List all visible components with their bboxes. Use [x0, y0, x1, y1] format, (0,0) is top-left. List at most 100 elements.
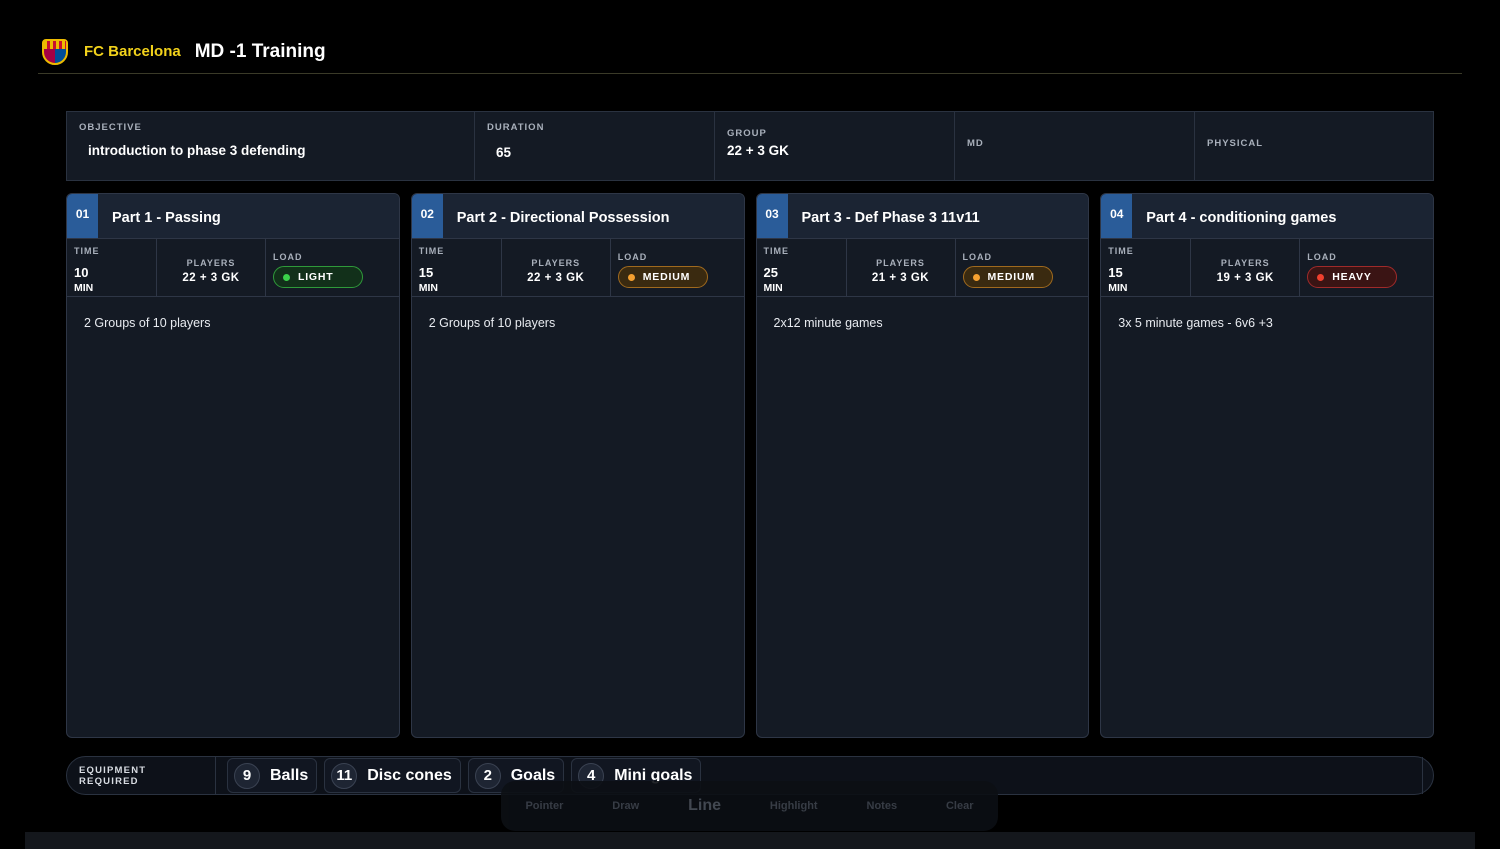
part-description[interactable]: 2 Groups of 10 players — [67, 297, 399, 349]
load-badge[interactable]: MEDIUM — [962, 266, 1053, 288]
players-value: 21 + 3 GK — [871, 272, 930, 284]
part-header: 04 Part 4 - conditioning games — [1101, 194, 1433, 239]
time-label: TIME — [763, 246, 789, 256]
time-label: TIME — [1108, 246, 1134, 256]
part-stats: TIME 10 MIN PLAYERS 22 + 3 GK LOAD LIGHT — [67, 239, 399, 297]
duration-cell[interactable]: DURATION 65 — [475, 112, 715, 180]
time-unit: MIN — [418, 282, 438, 294]
part-description[interactable]: 2 Groups of 10 players — [412, 297, 744, 349]
time-value: 25 — [763, 265, 778, 280]
objective-value[interactable]: introduction to phase 3 defending — [88, 143, 462, 158]
time-value: 15 — [1108, 265, 1123, 280]
load-dot-icon — [627, 273, 635, 281]
tool-clear[interactable]: Clear — [946, 800, 974, 812]
time-value: 15 — [418, 265, 434, 280]
time-value: 10 — [74, 265, 89, 280]
load-badge[interactable]: LIGHT — [273, 266, 363, 288]
players-label: PLAYERS — [876, 258, 925, 268]
part-number: 03 — [756, 194, 788, 238]
part-card[interactable]: 03 Part 3 - Def Phase 3 11v11 TIME 25 MI… — [755, 193, 1090, 738]
part-stats: TIME 15 MIN PLAYERS 22 + 3 GK LOAD MEDIU… — [411, 239, 744, 297]
equipment-item-disc-cones[interactable]: 11 Disc cones — [324, 758, 461, 793]
time-unit: MIN — [763, 282, 783, 294]
part-header: 02 Part 2 - Directional Possession — [411, 194, 744, 239]
part-players[interactable]: PLAYERS 21 + 3 GK — [847, 239, 956, 296]
header-bar: FC Barcelona MD -1 Training — [38, 30, 1462, 74]
physical-label: PHYSICAL — [1207, 138, 1264, 149]
part-players[interactable]: PLAYERS 22 + 3 GK — [502, 239, 611, 296]
part-players[interactable]: PLAYERS 22 + 3 GK — [157, 239, 266, 296]
load-value: LIGHT — [298, 271, 334, 283]
load-dot-icon — [972, 273, 980, 281]
equipment-count: 11 — [331, 762, 358, 789]
load-badge[interactable]: MEDIUM — [617, 266, 708, 288]
equipment-count: 9 — [234, 762, 260, 789]
tool-line[interactable]: Line — [688, 797, 721, 815]
load-label: LOAD — [962, 252, 992, 262]
equipment-label: EQUIPMENT REQUIRED — [67, 757, 216, 794]
load-dot-icon — [283, 273, 290, 281]
part-description[interactable]: 3x 5 minute games - 6v6 +3 — [1101, 297, 1433, 349]
duration-value[interactable]: 65 — [496, 145, 702, 160]
part-title[interactable]: Part 4 - conditioning games — [1146, 197, 1336, 238]
players-label: PLAYERS — [1220, 258, 1270, 268]
part-description[interactable]: 2x12 minute games — [757, 297, 1089, 349]
equipment-name: Balls — [270, 766, 309, 784]
part-players[interactable]: PLAYERS 19 + 3 GK — [1191, 239, 1301, 296]
md-cell[interactable]: MD — [955, 112, 1195, 180]
part-number: 04 — [1101, 194, 1133, 238]
tool-highlight[interactable]: Highlight — [770, 800, 818, 812]
part-title[interactable]: Part 3 - Def Phase 3 11v11 — [802, 197, 980, 238]
part-time[interactable]: TIME 15 MIN — [1101, 239, 1192, 296]
tool-pointer[interactable]: Pointer — [525, 800, 563, 812]
equipment-item-balls[interactable]: 9 Balls — [227, 758, 318, 793]
group-value[interactable]: 22 + 3 GK — [727, 143, 942, 158]
fc-barcelona-crest-icon — [42, 38, 68, 65]
part-stats: TIME 15 MIN PLAYERS 19 + 3 GK LOAD HEAVY — [1101, 239, 1433, 297]
part-card[interactable]: 02 Part 2 - Directional Possession TIME … — [410, 193, 745, 738]
time-unit: MIN — [74, 282, 94, 294]
equipment-divider — [1422, 757, 1423, 794]
part-number: 02 — [411, 194, 443, 238]
part-time[interactable]: TIME 10 MIN — [67, 239, 157, 296]
part-card[interactable]: 01 Part 1 - Passing TIME 10 MIN PLAYERS … — [66, 193, 400, 738]
session-parts: 01 Part 1 - Passing TIME 10 MIN PLAYERS … — [66, 193, 1434, 738]
part-card[interactable]: 04 Part 4 - conditioning games TIME 15 M… — [1100, 193, 1434, 738]
physical-cell[interactable]: PHYSICAL — [1195, 112, 1433, 180]
load-value: HEAVY — [1332, 271, 1372, 283]
players-value: 22 + 3 GK — [182, 272, 240, 284]
objective-cell[interactable]: OBJECTIVE introduction to phase 3 defend… — [67, 112, 475, 180]
tool-draw[interactable]: Draw — [612, 800, 639, 812]
part-header: 03 Part 3 - Def Phase 3 11v11 — [756, 194, 1089, 239]
group-cell[interactable]: GROUP 22 + 3 GK — [715, 112, 955, 180]
equipment-name: Disc cones — [367, 766, 452, 784]
tool-notes[interactable]: Notes — [867, 800, 898, 812]
bottom-strip — [25, 832, 1475, 849]
part-number: 01 — [67, 194, 98, 238]
session-info-bar: OBJECTIVE introduction to phase 3 defend… — [66, 111, 1434, 181]
part-time[interactable]: TIME 15 MIN — [412, 239, 502, 296]
time-unit: MIN — [1108, 282, 1128, 294]
time-label: TIME — [418, 246, 445, 256]
club-name: FC Barcelona — [84, 43, 181, 60]
players-value: 22 + 3 GK — [527, 272, 585, 284]
part-title[interactable]: Part 1 - Passing — [112, 197, 221, 238]
load-label: LOAD — [617, 252, 648, 262]
part-load: LOAD LIGHT — [266, 239, 399, 296]
players-label: PLAYERS — [186, 258, 236, 268]
group-label: GROUP — [727, 128, 767, 139]
load-badge[interactable]: HEAVY — [1307, 266, 1398, 288]
md-label: MD — [967, 138, 984, 149]
equipment-count: 2 — [474, 762, 501, 789]
part-load: LOAD MEDIUM — [611, 239, 744, 296]
load-value: MEDIUM — [987, 271, 1035, 283]
part-load: LOAD MEDIUM — [956, 239, 1089, 296]
players-label: PLAYERS — [531, 258, 581, 268]
part-time[interactable]: TIME 25 MIN — [757, 239, 847, 296]
load-dot-icon — [1317, 273, 1325, 281]
objective-label: OBJECTIVE — [79, 122, 142, 133]
session-title: MD -1 Training — [194, 40, 326, 62]
part-title[interactable]: Part 2 - Directional Possession — [457, 197, 670, 238]
part-header: 01 Part 1 - Passing — [67, 194, 399, 239]
time-label: TIME — [74, 246, 100, 256]
